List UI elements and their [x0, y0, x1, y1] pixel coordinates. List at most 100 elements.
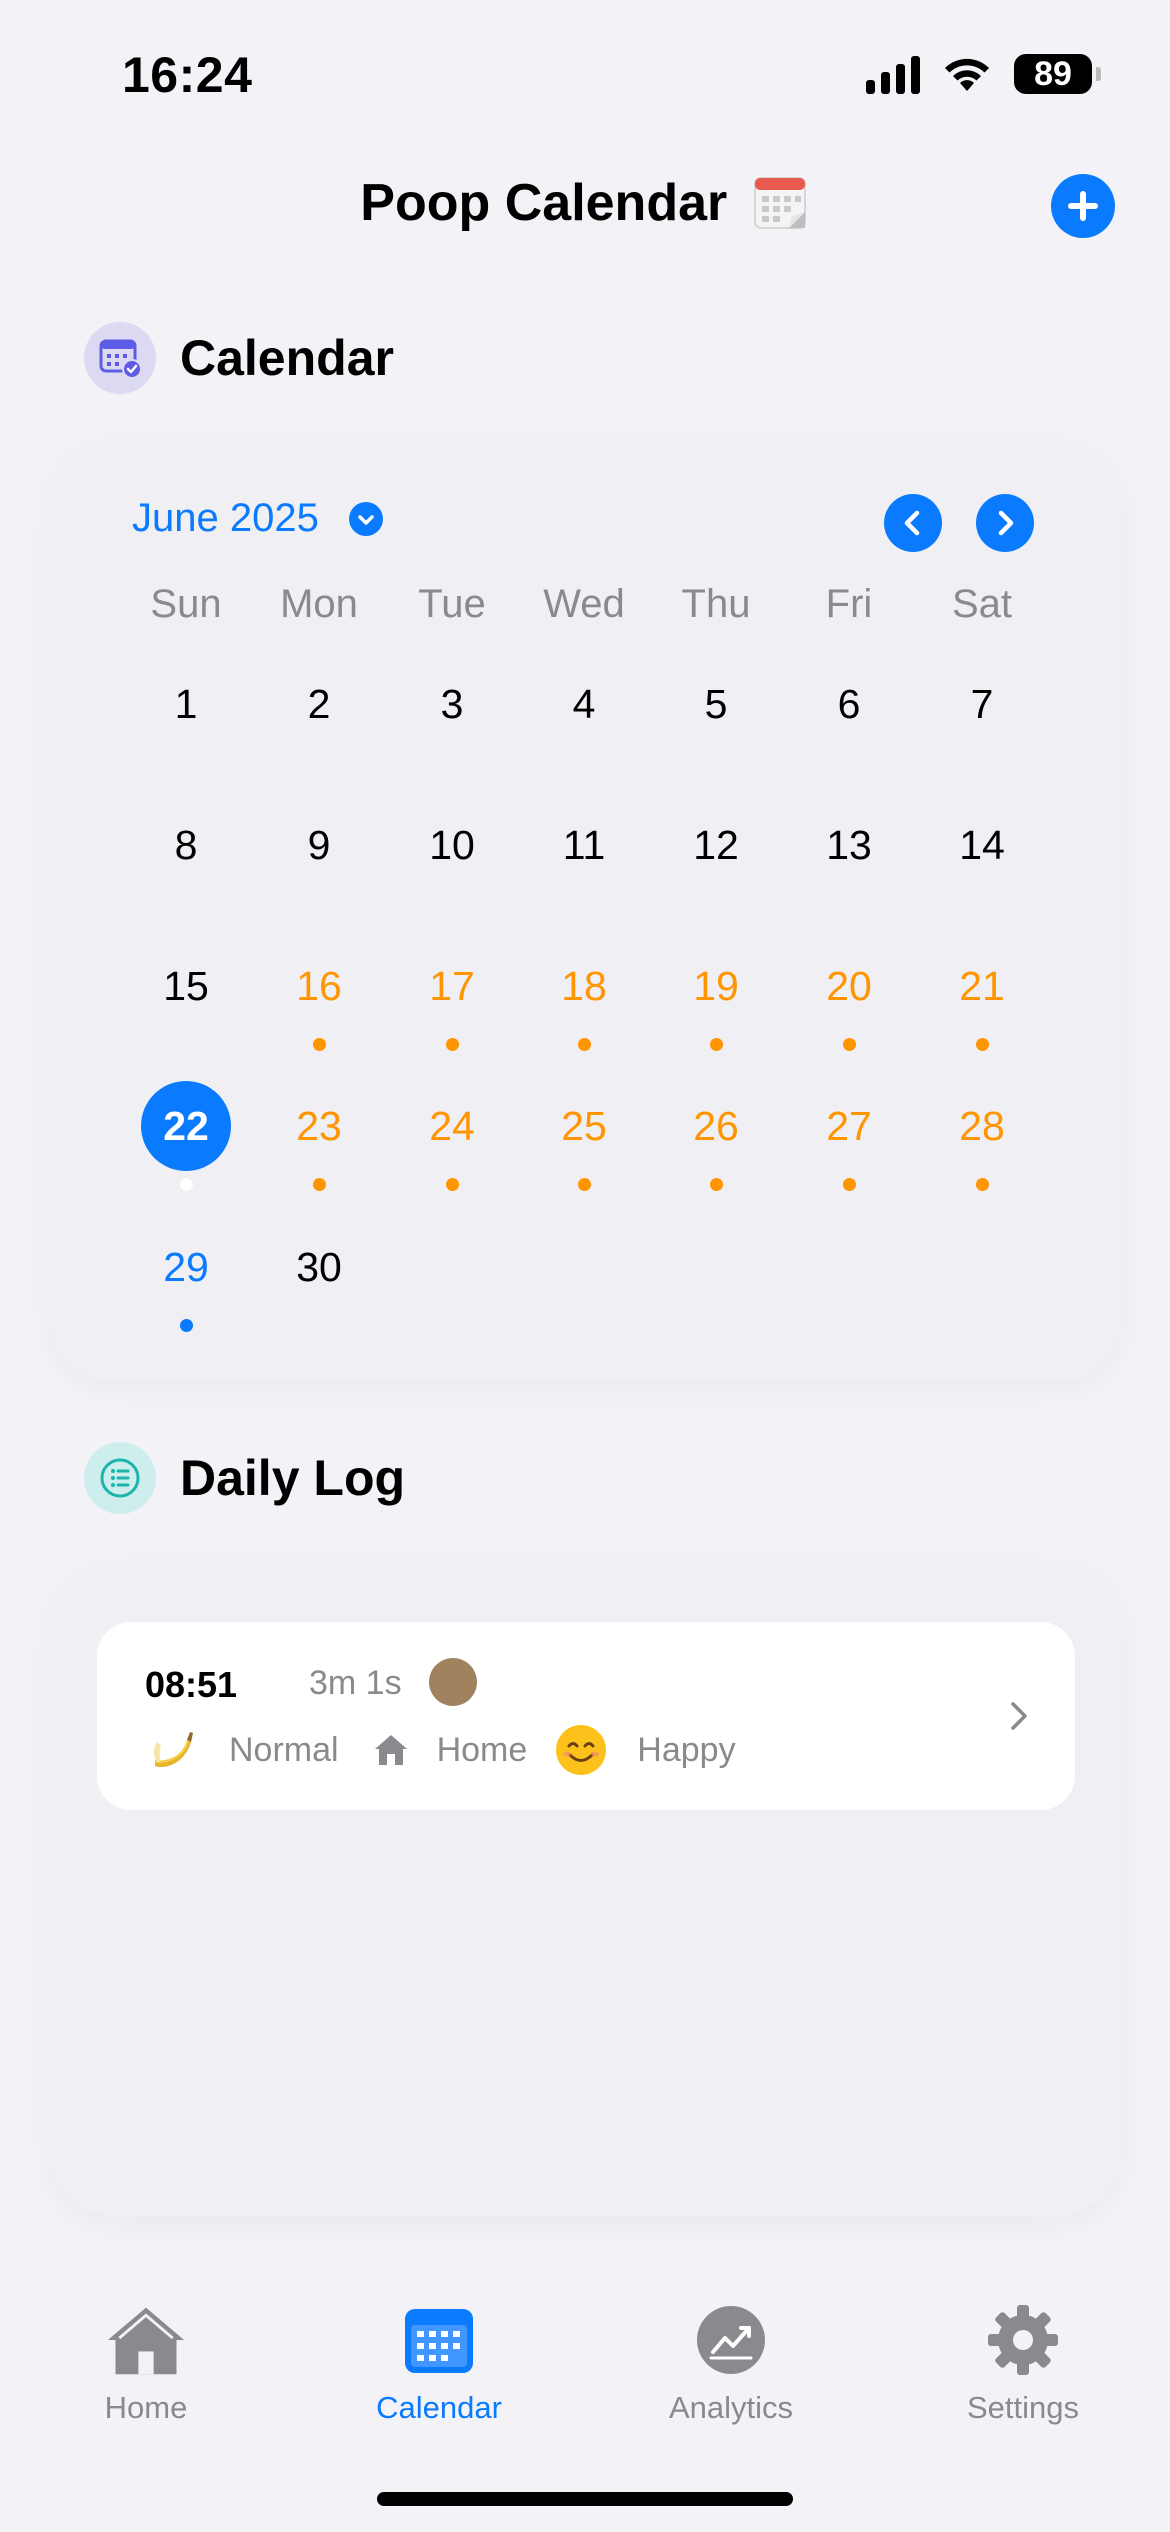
banana-icon [145, 1722, 201, 1778]
smiling-face-icon [553, 1722, 609, 1778]
calendar-emoji-icon [753, 177, 806, 229]
battery-level: 89 [1034, 54, 1072, 93]
wifi-icon [945, 58, 989, 91]
list-badge-icon [84, 1442, 156, 1514]
log-entry[interactable]: 08:51 3m 1s Normal Home Happy [97, 1622, 1075, 1810]
calendar-day[interactable]: 13 [804, 800, 894, 890]
calendar-day[interactable]: 15 [141, 941, 231, 1031]
calendar-day[interactable]: 2 [274, 659, 364, 749]
calendar-day[interactable]: 25 [539, 1081, 629, 1171]
chevron-left-icon [904, 510, 920, 536]
log-indicator-dot [842, 1038, 856, 1051]
chevron-down-icon [348, 501, 383, 536]
tab-label: Settings [966, 2390, 1079, 2425]
tab-calendar[interactable]: Calendar [319, 2300, 559, 2426]
tab-settings[interactable]: Settings [903, 2300, 1143, 2426]
log-indicator-dot [312, 1178, 326, 1191]
house-icon [106, 2300, 186, 2380]
log-entry-duration: 3m 1s [309, 1664, 402, 1702]
log-indicator-dot [312, 1038, 326, 1051]
log-indicator-dot [975, 1038, 989, 1051]
status-time: 16:24 [122, 47, 253, 103]
log-indicator-dot [179, 1319, 193, 1332]
status-icons: 89 [866, 54, 1101, 94]
log-indicator-dot [709, 1038, 723, 1051]
chevron-right-icon [998, 510, 1014, 536]
log-indicator-dot [577, 1178, 591, 1191]
chart-icon [691, 2300, 771, 2380]
calendar-day[interactable]: 28 [937, 1081, 1027, 1171]
log-indicator-dot [709, 1178, 723, 1191]
tab-label: Analytics [668, 2390, 794, 2425]
calendar-day[interactable]: 21 [937, 941, 1027, 1031]
calendar-day[interactable]: 29 [141, 1222, 231, 1312]
tab-analytics[interactable]: Analytics [611, 2300, 851, 2426]
tab-home[interactable]: Home [26, 2300, 266, 2426]
app-screen: 16:24 89 Poop Calendar Calendar June 202… [0, 0, 1170, 2532]
calendar-day[interactable]: 30 [274, 1222, 364, 1312]
calendar-day[interactable]: 3 [407, 659, 497, 749]
calendar-day[interactable]: 12 [671, 800, 761, 890]
weekday-label: Wed [543, 582, 625, 626]
calendar-day[interactable]: 9 [274, 800, 364, 890]
weekday-label: Fri [825, 582, 873, 626]
weekday-label: Sat [951, 582, 1013, 626]
weekday-label: Tue [418, 582, 486, 626]
calendar-day[interactable]: 22 [141, 1081, 231, 1171]
calendar-day[interactable]: 4 [539, 659, 629, 749]
log-entry-time: 08:51 [145, 1664, 238, 1705]
battery-indicator: 89 [1014, 54, 1101, 94]
calendar-day[interactable]: 17 [407, 941, 497, 1031]
page-title: Poop Calendar [360, 174, 728, 232]
log-indicator-dot [179, 1178, 193, 1191]
weekday-label: Mon [280, 582, 358, 626]
stool-color-swatch [429, 1658, 477, 1706]
location-label: Home [436, 1730, 528, 1769]
add-entry-button[interactable] [1051, 174, 1115, 238]
home-indicator [377, 2492, 793, 2506]
cellular-signal-icon [866, 54, 920, 94]
month-label: June 2025 [132, 496, 319, 540]
log-indicator-dot [445, 1178, 459, 1191]
calendar-day[interactable]: 20 [804, 941, 894, 1031]
calendar-day[interactable]: 7 [937, 659, 1027, 749]
house-icon [363, 1722, 419, 1778]
calendar-day[interactable]: 14 [937, 800, 1027, 890]
month-picker[interactable]: June 2025 [132, 496, 383, 541]
calendar-icon [399, 2300, 479, 2380]
calendar-day[interactable]: 26 [671, 1081, 761, 1171]
nav-title: Poop Calendar [0, 172, 1170, 233]
log-indicator-dot [577, 1038, 591, 1051]
tab-label: Home [104, 2390, 188, 2425]
daily-log-section-header: Daily Log [84, 1442, 405, 1514]
next-month-button[interactable] [976, 494, 1034, 552]
calendar-badge-icon [84, 322, 156, 394]
tab-label: Calendar [376, 2390, 502, 2425]
calendar-day[interactable]: 23 [274, 1081, 364, 1171]
calendar-day[interactable]: 1 [141, 659, 231, 749]
consistency-label: Normal [229, 1730, 339, 1769]
daily-log-card: 08:51 3m 1s Normal Home Happy [50, 1562, 1121, 2216]
calendar-day[interactable]: 11 [539, 800, 629, 890]
log-entry-details: Normal Home Happy [145, 1722, 736, 1778]
gear-icon [983, 2300, 1063, 2380]
calendar-day[interactable]: 8 [141, 800, 231, 890]
weekday-label: Sun [150, 582, 222, 626]
calendar-day[interactable]: 24 [407, 1081, 497, 1171]
previous-month-button[interactable] [884, 494, 942, 552]
calendar-section-header: Calendar [84, 322, 394, 394]
daily-log-section-title: Daily Log [180, 1450, 406, 1506]
calendar-day[interactable]: 10 [407, 800, 497, 890]
calendar-card: June 2025 Sun Mon Tue Wed Thu Fri Sat 12… [50, 440, 1121, 1382]
calendar-day[interactable]: 19 [671, 941, 761, 1031]
calendar-day[interactable]: 27 [804, 1081, 894, 1171]
calendar-day[interactable]: 16 [274, 941, 364, 1031]
weekday-label: Thu [681, 582, 751, 626]
log-indicator-dot [842, 1178, 856, 1191]
calendar-section-title: Calendar [180, 330, 394, 386]
calendar-day[interactable]: 18 [539, 941, 629, 1031]
calendar-day[interactable]: 6 [804, 659, 894, 749]
log-indicator-dot [975, 1178, 989, 1191]
calendar-day[interactable]: 5 [671, 659, 761, 749]
log-indicator-dot [445, 1038, 459, 1051]
